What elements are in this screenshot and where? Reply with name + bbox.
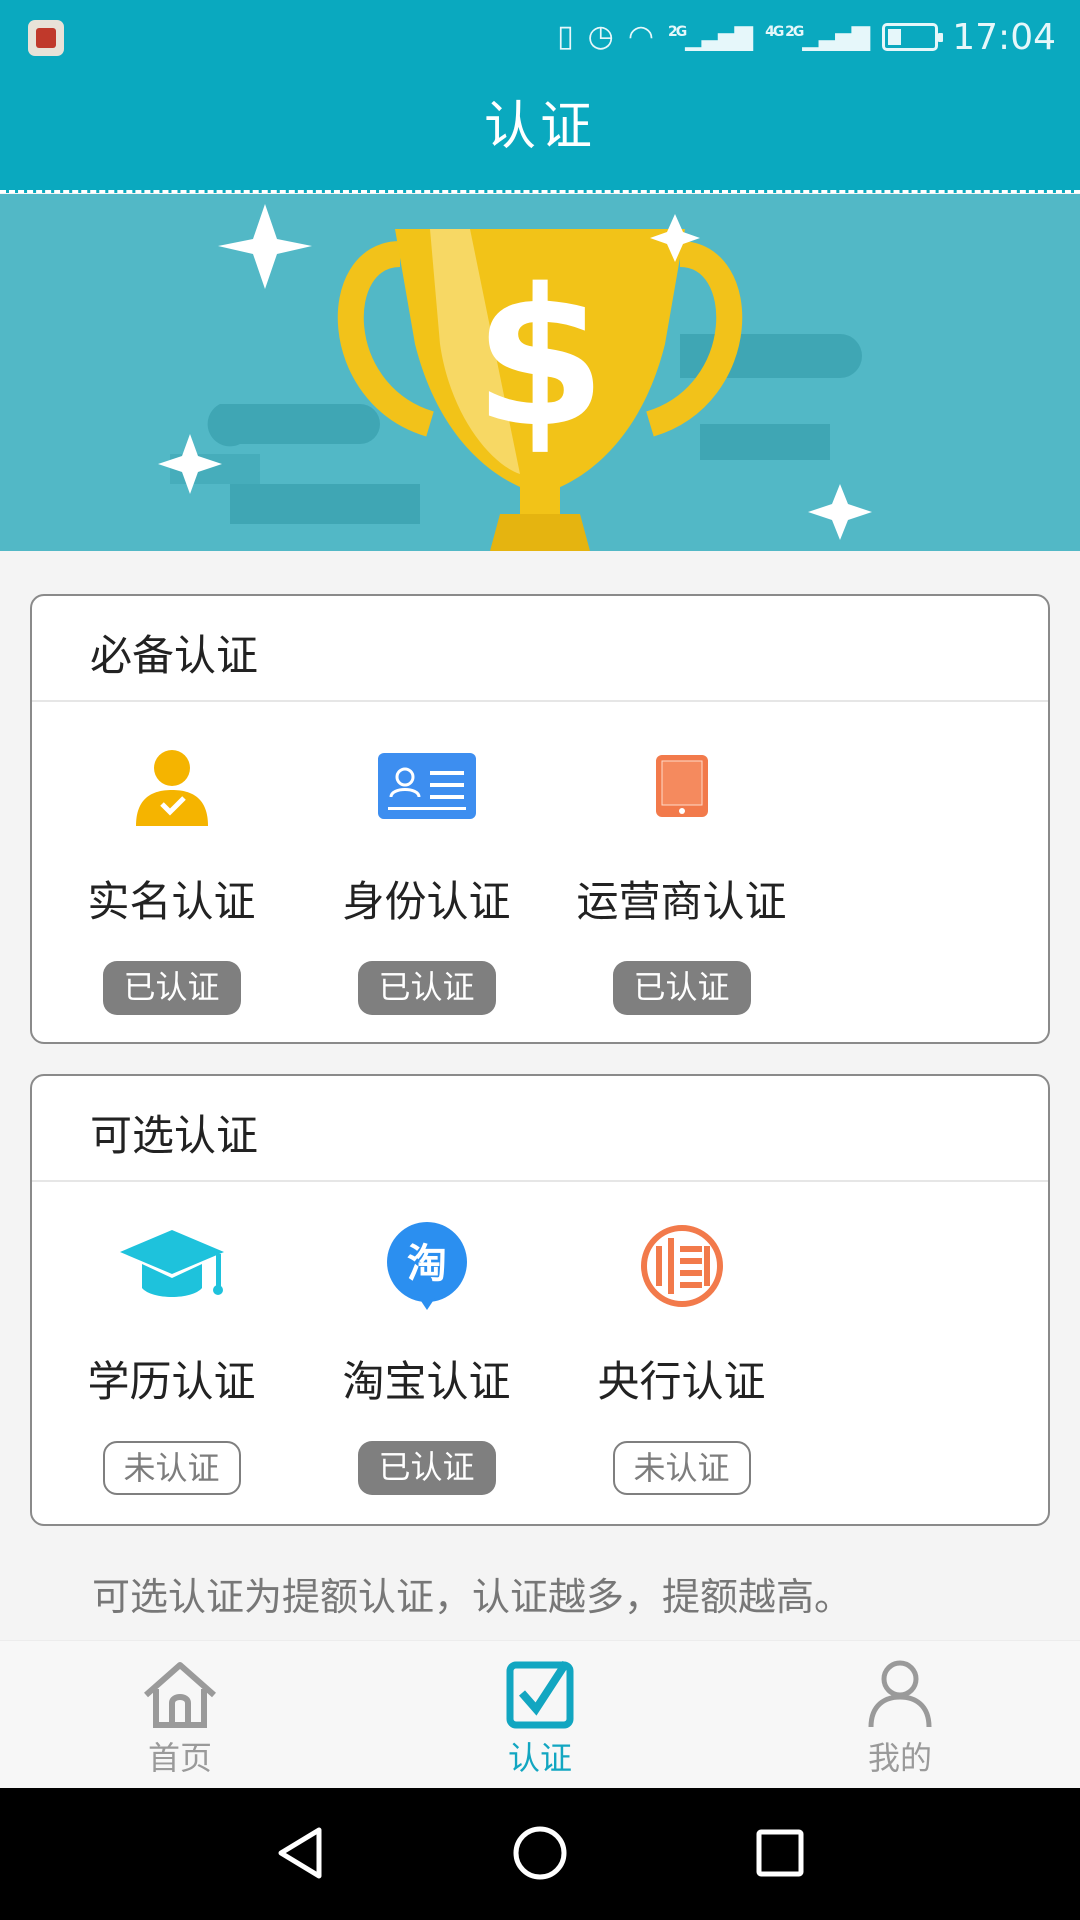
taobao-icon-text: 淘 [407, 1241, 447, 1287]
page-title: 认证 [483, 97, 596, 157]
optional-certification-card: 可选认证 学历认证 未认证 淘 淘宝认证 已认证 央行认证 未认证 [30, 1074, 1050, 1526]
vibrate-icon: ▯ [557, 19, 574, 54]
optional-section-title: 可选认证 [90, 1111, 259, 1160]
tab-home[interactable]: 首页 [70, 1641, 290, 1789]
central-bank-seal-icon [554, 1216, 809, 1316]
item-label: 央行认证 [597, 1357, 766, 1406]
item-label: 实名认证 [87, 877, 256, 926]
status-badge: 未认证 [612, 1441, 751, 1495]
status-badge: 已认证 [357, 1441, 496, 1495]
status-badge: 已认证 [612, 961, 751, 1015]
back-button[interactable] [260, 1818, 340, 1888]
trophy-banner-illustration: $ [158, 204, 872, 551]
tab-label: 我的 [867, 1739, 932, 1777]
identity-certification-item[interactable]: 身份认证 已认证 [299, 736, 554, 1015]
status-badge: 未认证 [102, 1441, 241, 1495]
alarm-icon: ◷ [587, 19, 614, 54]
home-nav-button[interactable] [500, 1818, 580, 1888]
signal-2g-icon: 2G▁▃▅▇ [668, 23, 753, 51]
top-bar: ▯ ◷ ◠ 2G▁▃▅▇ 4G 2G▁▃▅▇ 17:04 认证 [0, 0, 1080, 193]
status-time: 17:04 [952, 16, 1056, 58]
back-triangle-icon [278, 1827, 322, 1879]
phone-icon [554, 736, 809, 836]
item-label: 运营商认证 [576, 877, 787, 926]
real-name-certification-item[interactable]: 实名认证 已认证 [44, 736, 299, 1015]
education-certification-item[interactable]: 学历认证 未认证 [44, 1216, 299, 1495]
tab-label: 认证 [507, 1739, 572, 1777]
battery-icon [882, 23, 944, 51]
trophy-banner: $ [0, 194, 1080, 551]
wifi-icon: ◠ [627, 19, 655, 54]
card-divider [32, 700, 1048, 702]
taobao-certification-item[interactable]: 淘 淘宝认证 已认证 [299, 1216, 554, 1495]
status-bar: ▯ ◷ ◠ 2G▁▃▅▇ 4G 2G▁▃▅▇ 17:04 [0, 0, 1080, 74]
home-circle-icon [513, 1826, 567, 1880]
bottom-tab-bar: 首页 认证 我的 [0, 1640, 1080, 1788]
central-bank-certification-item[interactable]: 央行认证 未认证 [554, 1216, 809, 1495]
user-icon [790, 1641, 1010, 1729]
required-section-title: 必备认证 [90, 631, 259, 680]
status-icons: ▯ ◷ ◠ 2G▁▃▅▇ 4G 2G▁▃▅▇ 17:04 [557, 14, 1056, 60]
checkbox-icon [430, 1641, 650, 1729]
required-certification-card: 必备认证 实名认证 已认证 身份认证 已认证 运营商认证 已认证 [30, 594, 1050, 1044]
item-label: 淘宝认证 [342, 1357, 511, 1406]
status-badge: 已认证 [357, 961, 496, 1015]
item-label: 学历认证 [87, 1357, 256, 1406]
taobao-icon: 淘 [299, 1216, 554, 1316]
optional-certification-note: 可选认证为提额认证，认证越多，提额越高。 [92, 1575, 853, 1619]
svg-text:$: $ [474, 248, 606, 469]
item-label: 身份认证 [342, 877, 511, 926]
tab-certification[interactable]: 认证 [430, 1641, 650, 1789]
android-nav-bar [0, 1788, 1080, 1920]
carrier-certification-item[interactable]: 运营商认证 已认证 [554, 736, 809, 1015]
home-icon [70, 1641, 290, 1729]
tab-label: 首页 [147, 1739, 212, 1777]
recents-square-icon [756, 1829, 804, 1877]
status-badge: 已认证 [102, 961, 241, 1015]
recents-button[interactable] [740, 1818, 820, 1888]
graduation-cap-icon [44, 1216, 299, 1316]
app-notification-icon [28, 20, 64, 56]
card-divider [32, 1180, 1048, 1182]
tab-mine[interactable]: 我的 [790, 1641, 1010, 1789]
id-card-icon [299, 736, 554, 836]
person-check-icon [44, 736, 299, 836]
signal-4g-icon: 4G 2G▁▃▅▇ [765, 23, 870, 51]
